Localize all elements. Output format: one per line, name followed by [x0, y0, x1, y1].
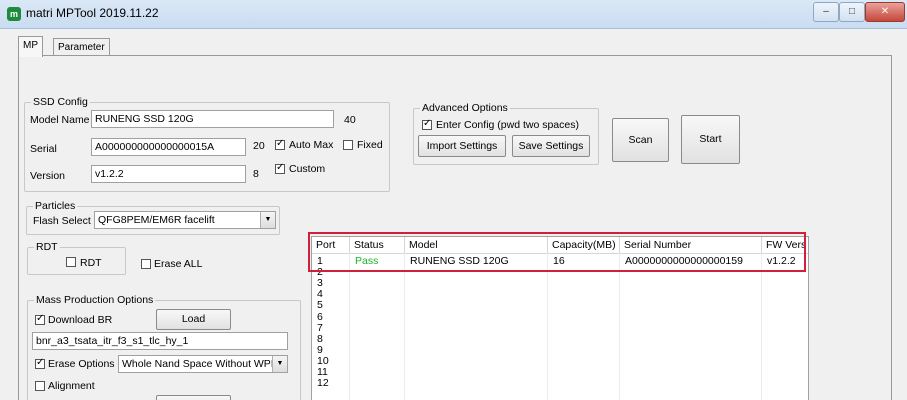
close-button[interactable]: ✕ [865, 2, 905, 22]
download-br-label: Download BR [48, 314, 113, 326]
column-serial-number[interactable]: Serial Number [620, 237, 762, 253]
table-row[interactable]: 6 [312, 310, 808, 323]
table-row[interactable]: 4 [312, 289, 808, 300]
cell-fw: v1.2.2 [767, 255, 796, 267]
advanced-options-title: Advanced Options [420, 102, 510, 114]
table-row[interactable]: 5 [312, 300, 808, 311]
cell-port: 7 [317, 321, 323, 334]
erase-all-checkbox[interactable] [141, 259, 151, 269]
cell-serial: A0000000000000000159 [625, 255, 743, 267]
import-settings-button[interactable]: Import Settings [418, 135, 506, 157]
save-settings-button[interactable]: Save Settings [512, 135, 590, 157]
erase-options-value: Whole Nand Space Without WPE [122, 358, 278, 370]
table-header: Port Status Model Capacity(MB) Serial Nu… [312, 237, 808, 254]
rdt-label: RDT [80, 257, 102, 269]
table-row[interactable]: 2 [312, 267, 808, 278]
serial-input[interactable] [91, 138, 246, 156]
chevron-down-icon: ▼ [272, 356, 287, 372]
fixed-checkbox[interactable] [343, 140, 353, 150]
enter-config-label: Enter Config (pwd two spaces) [436, 119, 579, 131]
table-row[interactable]: 12 [312, 378, 808, 389]
cell-capacity: 16 [553, 255, 565, 267]
rdt-group: RDT [27, 241, 126, 275]
br-file-input[interactable] [32, 332, 288, 350]
table-row[interactable]: 10 [312, 355, 808, 367]
cell-port: 6 [317, 310, 323, 323]
rdt-checkbox[interactable] [66, 257, 76, 267]
flash-select-dropdown[interactable]: QFG8PEM/EM6R facelift ▼ [94, 211, 276, 229]
model-name-label: Model Name [30, 114, 90, 126]
cell-port: 12 [317, 377, 329, 390]
flash-select-value: QFG8PEM/EM6R facelift [98, 214, 215, 226]
fixed-label: Fixed [357, 139, 383, 151]
version-input[interactable] [91, 165, 246, 183]
column-fw-version[interactable]: FW Vers [762, 237, 808, 253]
table-row[interactable]: 11 [312, 367, 808, 378]
port-status-table[interactable]: Port Status Model Capacity(MB) Serial Nu… [311, 236, 809, 400]
app-icon: m [7, 7, 21, 21]
window-title: matri MPTool 2019.11.22 [26, 6, 159, 20]
download-br-checkbox[interactable] [35, 313, 45, 325]
start-button[interactable]: Start [681, 115, 740, 164]
mass-production-title: Mass Production Options [34, 294, 156, 306]
minimize-button[interactable]: – [813, 2, 839, 22]
serial-label: Serial [30, 143, 57, 155]
erase-options-dropdown[interactable]: Whole Nand Space Without WPE ▼ [118, 355, 288, 373]
model-name-length: 40 [344, 114, 356, 126]
version-label: Version [30, 170, 66, 182]
cell-status: Pass [355, 255, 379, 267]
auto-max-label: Auto Max [289, 139, 334, 151]
tab-parameter[interactable]: Parameter [53, 38, 110, 56]
column-model[interactable]: Model [405, 237, 548, 253]
column-status[interactable]: Status [350, 237, 405, 253]
serial-length: 20 [253, 140, 265, 152]
scan-button[interactable]: Scan [612, 118, 669, 162]
table-row[interactable]: 7 [312, 321, 808, 334]
column-port[interactable]: Port [312, 237, 350, 253]
enter-config-checkbox[interactable] [422, 118, 432, 130]
alignment-checkbox[interactable] [35, 381, 45, 391]
alignment-label: Alignment [48, 380, 95, 392]
custom-label: Custom [289, 163, 326, 175]
table-row[interactable]: 8 [312, 333, 808, 345]
auto-max-checkbox[interactable] [275, 138, 285, 150]
version-length: 8 [253, 168, 259, 180]
load-button[interactable]: Load [156, 309, 231, 330]
table-row[interactable]: 3 [312, 278, 808, 289]
cell-model: RUNENG SSD 120G [410, 255, 509, 267]
model-name-input[interactable] [91, 110, 334, 128]
erase-options-checkbox[interactable] [35, 357, 45, 369]
ssd-config-title: SSD Config [31, 96, 90, 108]
main-window: m matri MPTool 2019.11.22 – □ ✕ MP Param… [0, 0, 907, 400]
chevron-down-icon: ▼ [260, 212, 275, 228]
flash-select-label: Flash Select [33, 215, 91, 227]
particles-title: Particles [33, 200, 78, 212]
cell-port: 5 [317, 299, 323, 312]
table-row[interactable]: 9 [312, 344, 808, 356]
column-capacity[interactable]: Capacity(MB) [548, 237, 620, 253]
maximize-button[interactable]: □ [839, 2, 865, 22]
title-bar[interactable]: m matri MPTool 2019.11.22 – □ ✕ [0, 0, 907, 29]
rdt-title: RDT [34, 241, 60, 253]
table-row[interactable]: 1 Pass RUNENG SSD 120G 16 A00000000000000001… [312, 256, 808, 267]
tab-mp[interactable]: MP [18, 36, 43, 57]
erase-options-label: Erase Options [48, 358, 115, 370]
partial-button[interactable] [156, 395, 231, 400]
erase-all-label: Erase ALL [154, 258, 203, 270]
custom-checkbox[interactable] [275, 162, 285, 174]
